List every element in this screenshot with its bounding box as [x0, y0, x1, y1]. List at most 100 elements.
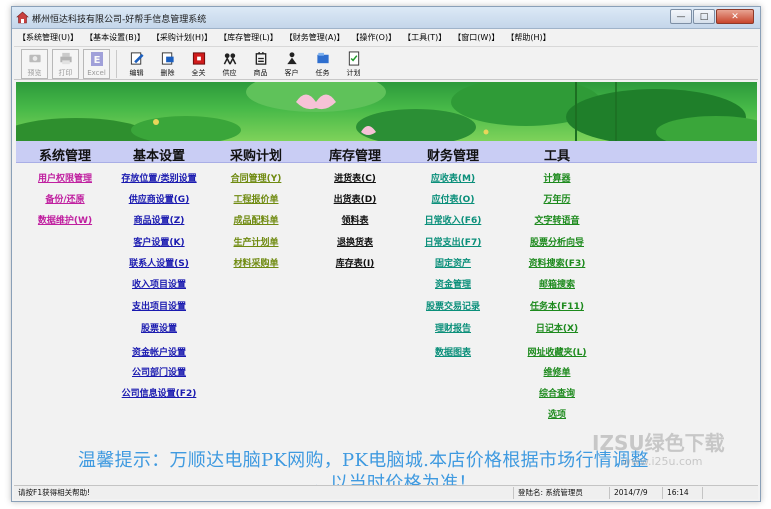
lotus-banner [16, 82, 757, 141]
link-calculator[interactable]: 计算器 [543, 171, 570, 184]
link-options[interactable]: 选项 [548, 407, 566, 420]
supply-button[interactable]: 供应 [216, 49, 243, 79]
link-contact-settings[interactable]: 联系人设置(S) [129, 256, 189, 269]
link-data-charts[interactable]: 数据图表 [435, 345, 471, 358]
link-daily-income[interactable]: 日常收入(F6) [425, 213, 482, 226]
link-receivables[interactable]: 应收表(M) [431, 171, 475, 184]
link-material-purchase[interactable]: 材料采购单 [233, 256, 278, 269]
menu-inventory[interactable]: 【库存管理(L)】 [219, 32, 278, 43]
link-stock-trades[interactable]: 股票交易记录 [426, 299, 480, 312]
preview-button[interactable]: 预览 [21, 49, 48, 79]
link-diary[interactable]: 日记本(X) [536, 321, 578, 334]
link-product-bom[interactable]: 成品配料单 [233, 213, 278, 226]
maximize-button[interactable]: □ [693, 9, 715, 24]
link-text-to-speech[interactable]: 文字转语音 [534, 213, 579, 226]
menu-system[interactable]: 【系统管理(U)】 [18, 32, 78, 43]
link-expense-items[interactable]: 支出项目设置 [132, 299, 186, 312]
menu-tools[interactable]: 【工具(T)】 [403, 32, 446, 43]
menu-operation[interactable]: 【操作(O)】 [352, 32, 397, 43]
link-return-table[interactable]: 退换货表 [337, 235, 373, 248]
status-time: 16:14 [663, 486, 703, 499]
excel-icon: E [90, 52, 103, 66]
link-stock-wizard[interactable]: 股票分析向导 [530, 235, 584, 248]
link-bookmarks[interactable]: 网址收藏夹(L) [528, 345, 587, 358]
preview-icon [28, 54, 41, 63]
print-button[interactable]: 打印 [52, 49, 79, 79]
edit-icon [130, 52, 144, 65]
header-finance: 财务管理 [426, 149, 480, 164]
status-date: 2014/7/9 [610, 486, 663, 499]
excel-button[interactable]: E Excel [83, 49, 110, 79]
link-stock-settings[interactable]: 股票设置 [141, 321, 177, 334]
link-combined-query[interactable]: 综合查询 [539, 386, 575, 399]
link-departments[interactable]: 公司部门设置 [132, 365, 186, 378]
link-production-plan[interactable]: 生产计划单 [233, 235, 278, 248]
link-fixed-assets[interactable]: 固定资产 [435, 256, 471, 269]
link-storage-category[interactable]: 存放位置/类别设置 [121, 171, 196, 184]
plan-button[interactable]: 计划 [340, 49, 367, 79]
link-user-permissions[interactable]: 用户权限管理 [38, 171, 92, 184]
delete-button[interactable]: 删除 [154, 49, 181, 79]
close-all-button[interactable]: 全关 [185, 49, 212, 79]
edit-button[interactable]: 编辑 [123, 49, 150, 79]
nav-header-bar: 系统管理 基本设置 采购计划 库存管理 财务管理 工具 [16, 141, 757, 164]
link-purchase-table[interactable]: 进货表(C) [334, 171, 376, 184]
menu-help[interactable]: 【帮助(H)】 [506, 32, 550, 43]
header-system: 系统管理 [38, 149, 92, 164]
close-all-icon [192, 52, 205, 65]
header-inventory: 库存管理 [328, 149, 382, 164]
link-stock-table[interactable]: 库存表(I) [336, 256, 375, 269]
menu-bar: 【系统管理(U)】 【基本设置(B)】 【采购计划(H)】 【库存管理(L)】 … [14, 30, 758, 45]
watermark-text: IZSU绿色下载 [592, 431, 725, 455]
menu-purchase[interactable]: 【采购计划(H)】 [152, 32, 212, 43]
watermark-logo: IZSU绿色下载 www.i25u.com [592, 431, 725, 468]
app-logo-icon [16, 11, 29, 24]
link-fund-accounts[interactable]: 资金帐户设置 [132, 345, 186, 358]
supply-label: 供应 [222, 69, 237, 77]
plan-label: 计划 [346, 69, 361, 77]
toolbar: 预览 打印 E Excel 编辑 删除 全关 供应 商品 客户 任务 计划 [14, 46, 758, 80]
status-bar: 请按F1获得相关帮助! 登陆名: 系统管理员 2014/7/9 16:14 [14, 485, 758, 499]
title-bar[interactable]: 郴州恒达科技有限公司-好帮手信息管理系统 — □ ✕ [12, 7, 760, 29]
svg-text:E: E [93, 55, 100, 66]
link-shipment-table[interactable]: 出货表(D) [334, 192, 377, 205]
link-requisition-table[interactable]: 领料表 [341, 213, 368, 226]
goods-button[interactable]: 商品 [247, 49, 274, 79]
link-backup-restore[interactable]: 备份/还原 [45, 192, 84, 205]
link-data-maintenance[interactable]: 数据维护(W) [38, 213, 92, 226]
customer-label: 客户 [284, 69, 299, 77]
link-fund-management[interactable]: 资金管理 [435, 277, 471, 290]
link-customer-settings[interactable]: 客户设置(K) [133, 235, 184, 248]
link-task-book[interactable]: 任务本(F11) [530, 299, 584, 312]
close-button[interactable]: ✕ [716, 9, 754, 24]
header-purchase: 采购计划 [229, 149, 283, 164]
link-goods-settings[interactable]: 商品设置(Z) [134, 213, 185, 226]
header-tools: 工具 [543, 149, 571, 164]
link-finance-report[interactable]: 理财报告 [435, 321, 471, 334]
minimize-button[interactable]: — [670, 9, 692, 24]
supply-icon [223, 53, 236, 65]
print-icon [59, 52, 72, 65]
link-repair-order[interactable]: 维修单 [543, 365, 570, 378]
link-payables[interactable]: 应付表(O) [432, 192, 475, 205]
link-daily-expense[interactable]: 日常支出(F7) [425, 235, 482, 248]
customer-icon [286, 52, 297, 65]
menu-finance[interactable]: 【财务管理(A)】 [285, 32, 345, 43]
menu-window[interactable]: 【窗口(W)】 [453, 32, 499, 43]
header-basic: 基本设置 [132, 149, 186, 164]
delete-label: 删除 [160, 69, 175, 77]
link-project-quote[interactable]: 工程报价单 [233, 192, 278, 205]
plan-icon [348, 51, 359, 66]
task-button[interactable]: 任务 [309, 49, 336, 79]
link-income-items[interactable]: 收入项目设置 [132, 277, 186, 290]
link-supplier-settings[interactable]: 供应商设置(G) [129, 192, 190, 205]
goods-icon [255, 51, 266, 65]
link-info-search[interactable]: 资料搜索(F3) [529, 256, 586, 269]
link-company-info[interactable]: 公司信息设置(F2) [122, 386, 197, 399]
link-contract-management[interactable]: 合同管理(Y) [231, 171, 282, 184]
customer-button[interactable]: 客户 [278, 49, 305, 79]
link-mail-search[interactable]: 邮箱搜索 [539, 277, 575, 290]
task-icon [316, 52, 329, 64]
menu-basic[interactable]: 【基本设置(B)】 [85, 32, 145, 43]
link-calendar[interactable]: 万年历 [543, 192, 570, 205]
